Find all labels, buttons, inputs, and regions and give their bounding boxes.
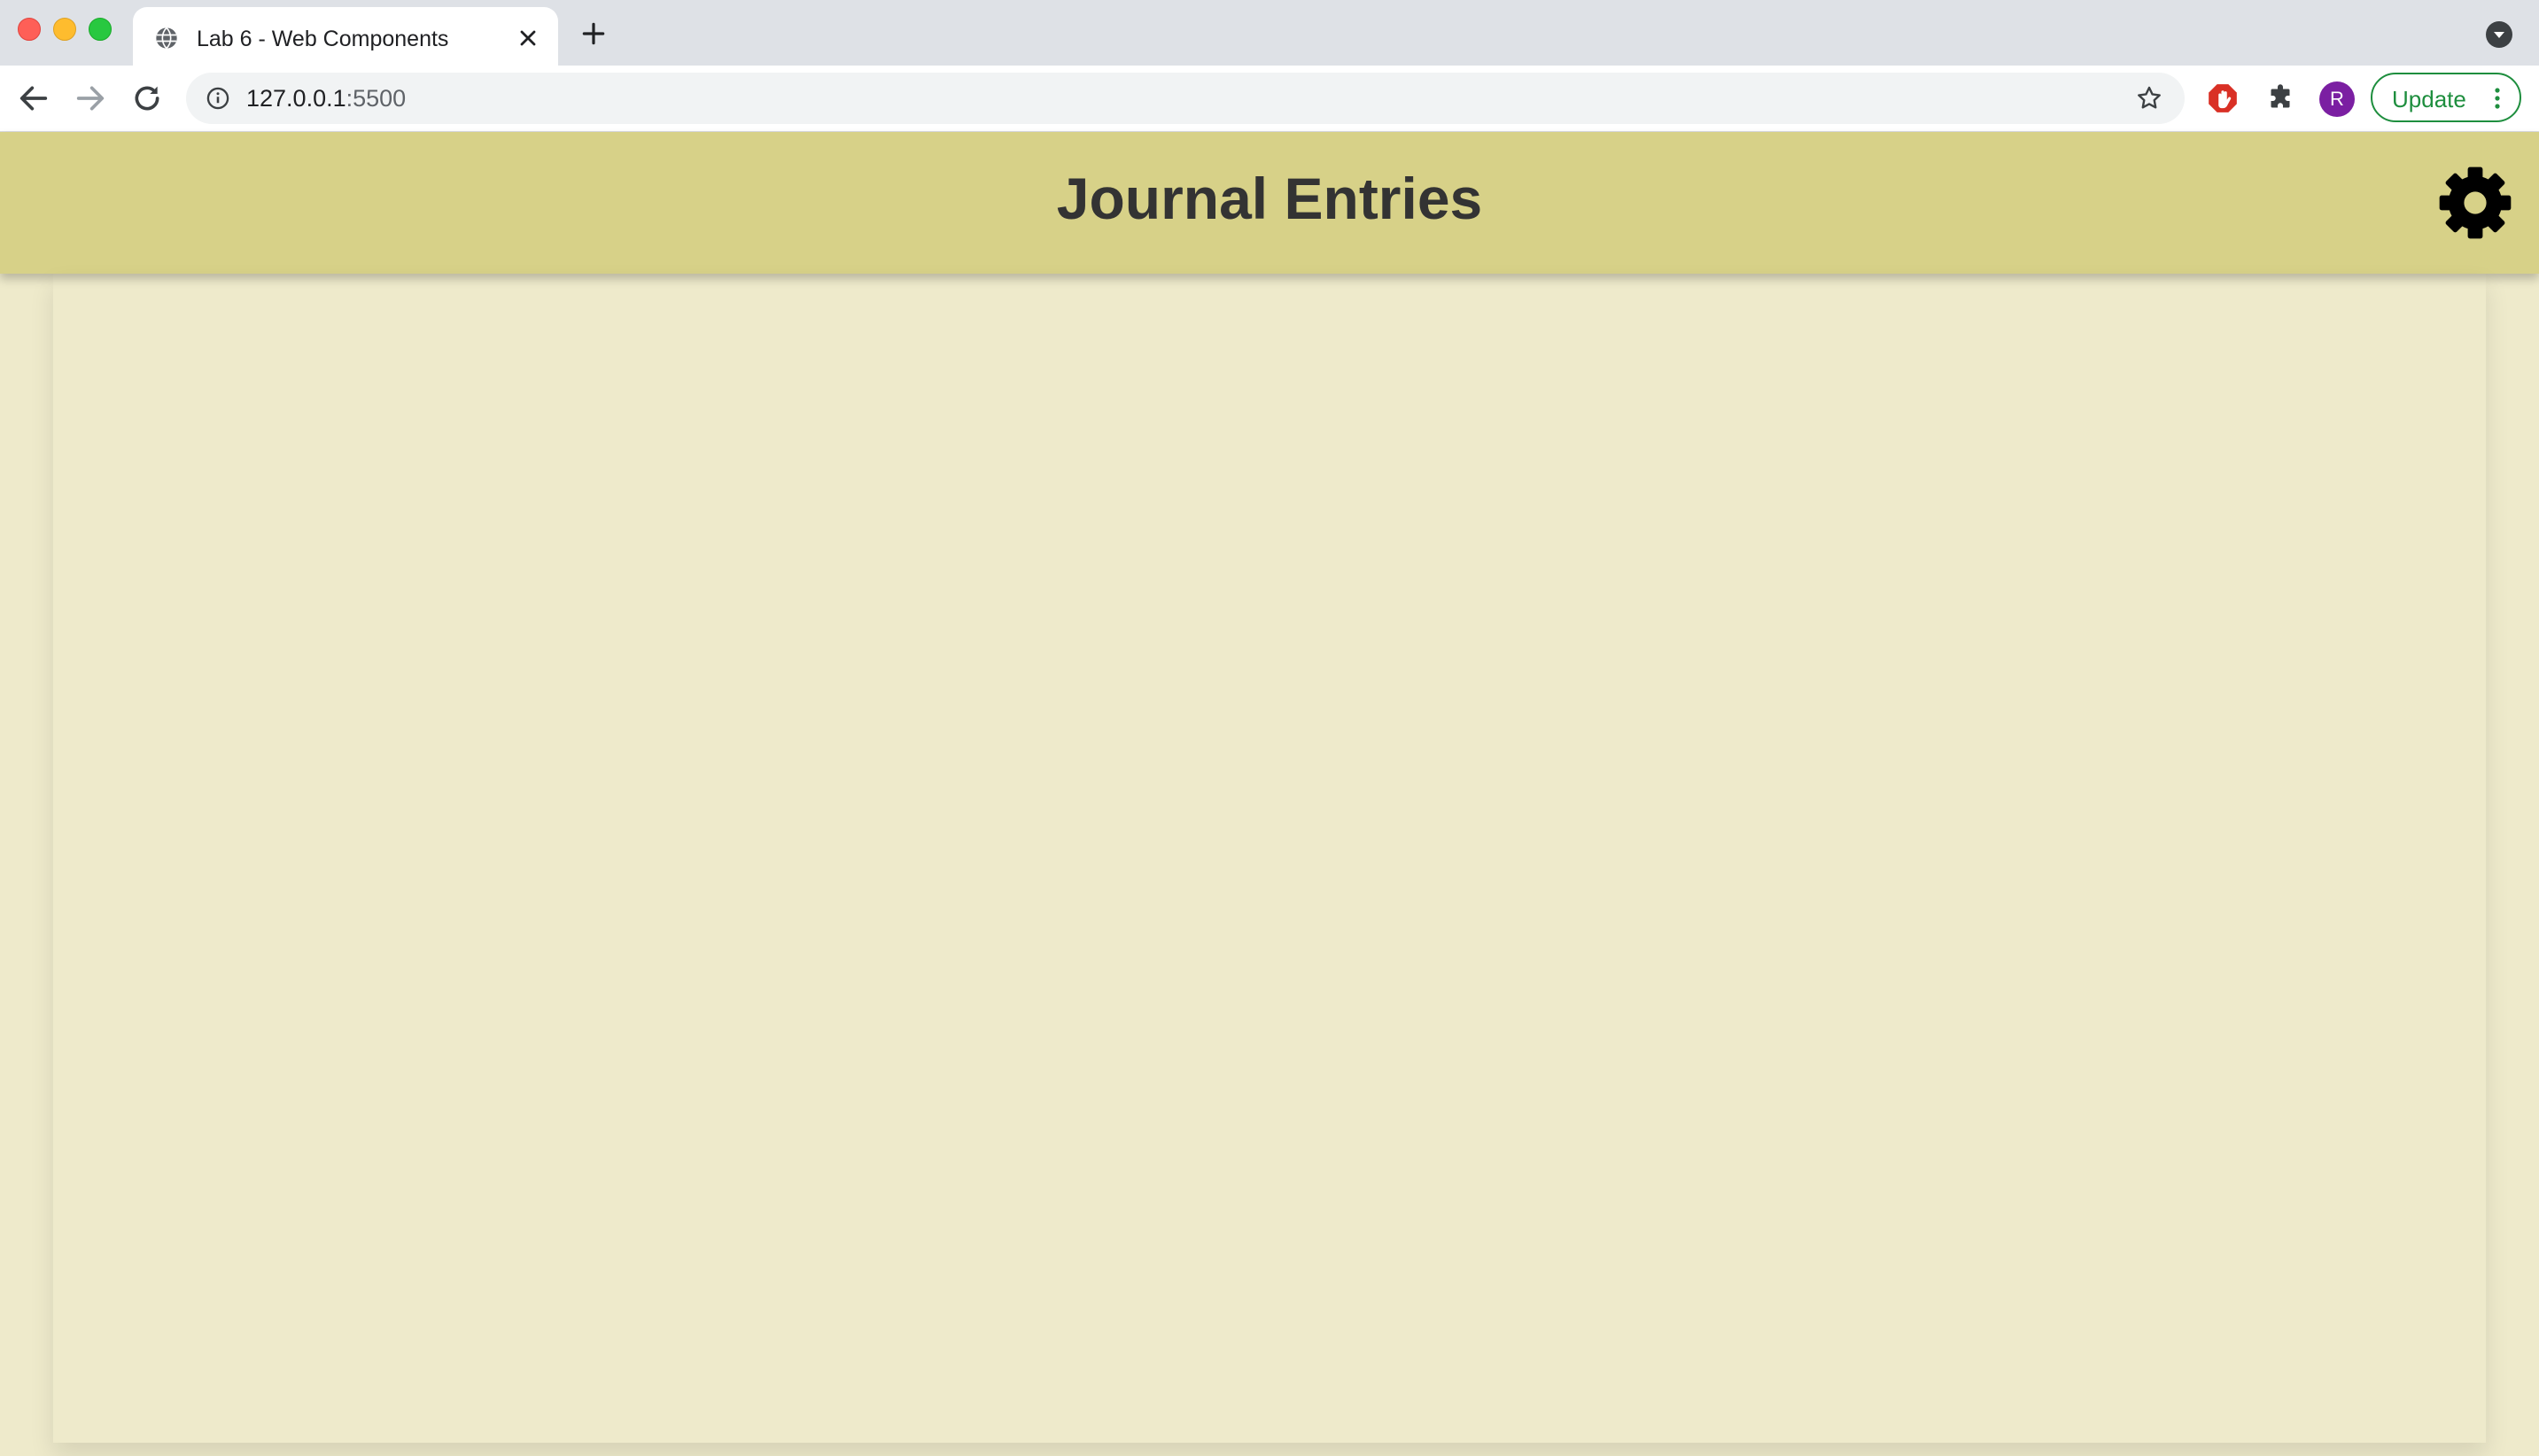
gear-icon[interactable] — [2438, 166, 2512, 240]
page-title: Journal Entries — [1056, 166, 1483, 231]
browser-tabstrip: Lab 6 - Web Components — [0, 0, 2539, 66]
profile-avatar[interactable]: R — [2319, 81, 2355, 117]
more-options-icon — [2495, 88, 2500, 109]
window-close-button[interactable] — [18, 18, 41, 41]
extensions-puzzle-icon[interactable] — [2264, 82, 2296, 114]
update-button-label: Update — [2392, 86, 2466, 112]
tab-close-icon[interactable] — [516, 26, 540, 50]
forward-icon[interactable] — [73, 81, 108, 116]
app-header: Journal Entries — [0, 132, 2539, 274]
globe-icon — [156, 27, 177, 50]
page-viewport: Journal Entries — [0, 132, 2539, 1456]
new-tab-icon[interactable] — [579, 19, 608, 48]
url-host: 127.0.0.1 — [246, 85, 346, 112]
chevron-down-icon — [2494, 32, 2504, 38]
window-minimize-button[interactable] — [53, 18, 76, 41]
adblock-extension-icon[interactable] — [2206, 81, 2240, 115]
info-icon[interactable] — [206, 86, 230, 111]
url-text[interactable]: 127.0.0.1:5500 — [246, 85, 406, 112]
browser-toolbar: 127.0.0.1:5500 R Update — [0, 66, 2539, 132]
window-maximize-button[interactable] — [89, 18, 112, 41]
journal-entries-container — [53, 274, 2486, 1443]
reload-icon[interactable] — [129, 81, 165, 116]
bookmark-star-icon[interactable] — [2135, 84, 2163, 112]
tab-search-button[interactable] — [2486, 21, 2512, 48]
url-port: :5500 — [346, 85, 407, 112]
update-button[interactable]: Update — [2371, 73, 2521, 122]
back-icon[interactable] — [16, 81, 51, 116]
tab-title: Lab 6 - Web Components — [197, 27, 449, 51]
address-bar[interactable]: 127.0.0.1:5500 — [186, 73, 2185, 124]
browser-tab-active[interactable]: Lab 6 - Web Components — [133, 7, 558, 66]
